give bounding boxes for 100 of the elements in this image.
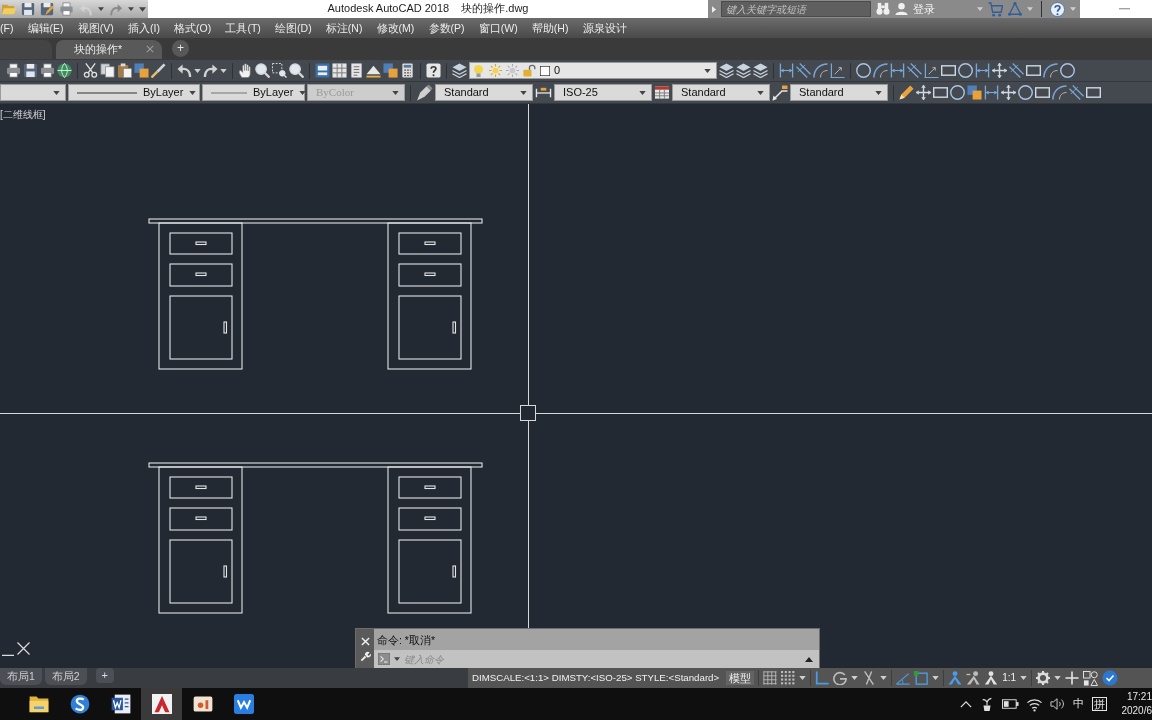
layout-tab[interactable]: 布局2 (44, 668, 87, 685)
user-icon[interactable] (895, 2, 908, 16)
leader-arrow-icon[interactable] (772, 84, 788, 101)
menu-item[interactable]: 源泉设计 (575, 21, 634, 35)
caret-icon[interactable] (1054, 676, 1062, 680)
dimension-icon[interactable] (907, 63, 922, 78)
dimension-icon[interactable] (1069, 85, 1084, 100)
zoom-icon[interactable] (255, 63, 270, 78)
wifi-icon[interactable] (1027, 696, 1043, 712)
panel-icon[interactable] (315, 63, 330, 78)
dimension-icon[interactable] (984, 85, 999, 100)
table-icon[interactable] (654, 85, 670, 100)
dot-grid-icon[interactable] (781, 671, 796, 685)
file-tab[interactable]: 块的操作* (56, 39, 162, 59)
move-icon[interactable] (916, 85, 931, 100)
caret-icon[interactable] (799, 676, 807, 680)
help-icon[interactable] (1050, 1, 1065, 17)
corner-icon[interactable] (815, 671, 830, 685)
squares-icon[interactable] (383, 63, 398, 78)
clipboard-icon[interactable] (117, 63, 132, 78)
circle-icon[interactable] (1018, 85, 1033, 100)
grid-icon[interactable] (763, 671, 778, 685)
copy-icon[interactable] (100, 63, 115, 78)
scissors-icon[interactable] (83, 63, 98, 78)
text-style-dropdown[interactable]: Standard (435, 84, 533, 101)
multileader-style-dropdown[interactable]: Standard (790, 84, 888, 101)
menu-item[interactable]: (F) (0, 21, 21, 35)
squares-icon[interactable] (134, 63, 149, 78)
layers-icon[interactable] (736, 63, 751, 78)
menu-item[interactable]: 插入(I) (120, 21, 167, 35)
caret-icon[interactable] (98, 7, 104, 11)
up-arrow-icon[interactable] (805, 656, 813, 662)
model-space-button[interactable]: 模型 (726, 670, 755, 686)
caret-icon[interactable] (851, 676, 859, 680)
table-style-dropdown[interactable]: Standard (672, 84, 770, 101)
binoculars-icon[interactable] (876, 2, 890, 16)
caret-icon[interactable] (189, 90, 197, 95)
color-dropdown[interactable] (0, 84, 66, 101)
dimension-icon[interactable] (796, 63, 811, 78)
menu-item[interactable]: 绘图(D) (267, 21, 319, 35)
viewport-label[interactable]: [二维线框] (0, 109, 46, 121)
caret-icon[interactable] (1020, 676, 1028, 680)
open-ring-icon[interactable] (833, 671, 848, 685)
lock-icon[interactable] (523, 64, 536, 77)
squares-icon[interactable] (967, 85, 982, 100)
annotation-scale[interactable]: 1:1 (1002, 672, 1017, 684)
caret-icon[interactable] (639, 90, 646, 95)
circle-icon[interactable] (856, 63, 871, 78)
menu-item[interactable]: 参数(P) (421, 21, 472, 35)
caret-icon[interactable] (875, 90, 882, 95)
dimension-icon[interactable] (975, 63, 990, 78)
ime-mode-indicator[interactable]: 中 (1073, 697, 1085, 711)
dimension-icon[interactable] (830, 63, 845, 78)
help-icon[interactable] (426, 63, 441, 78)
dimension-icon[interactable] (924, 63, 939, 78)
sign-in-link[interactable]: 登录 (913, 2, 935, 16)
triangle-icon[interactable] (366, 63, 381, 78)
menu-item[interactable]: 编辑(E) (20, 21, 71, 35)
chevron-up-icon[interactable] (960, 700, 973, 708)
search-field[interactable]: 键入关键字或短语 (721, 1, 871, 17)
dimension-icon[interactable] (1009, 63, 1024, 78)
figure-icon[interactable] (984, 671, 999, 685)
rectangle-icon[interactable] (933, 85, 948, 100)
new-tab-button[interactable]: + (172, 40, 189, 57)
redo-icon[interactable] (203, 63, 218, 78)
printer-icon[interactable] (6, 63, 21, 78)
figure-icon[interactable] (966, 671, 981, 685)
sheet-icon[interactable] (349, 63, 364, 78)
printer-icon[interactable] (40, 63, 55, 78)
check-circle-icon[interactable] (1102, 670, 1119, 686)
rectangle-icon[interactable] (1026, 63, 1041, 78)
move-icon[interactable] (992, 63, 1007, 78)
zoom-icon[interactable] (289, 63, 304, 78)
caret-right-icon[interactable] (712, 5, 716, 13)
volume-icon[interactable] (1050, 697, 1066, 711)
calculator-icon[interactable] (400, 63, 415, 78)
rectangle-icon[interactable] (1035, 85, 1050, 100)
dim-style-dropdown[interactable]: ISO-25 (554, 84, 652, 101)
layer-dropdown[interactable]: 0 (469, 62, 717, 79)
gear-icon[interactable] (1036, 671, 1051, 685)
clock-time[interactable]: 17:21 (1121, 690, 1152, 704)
menu-item[interactable]: 修改(M) (369, 21, 422, 35)
caret-icon[interactable] (394, 657, 400, 661)
caret-icon[interactable] (220, 68, 227, 73)
zoom-window-icon[interactable] (272, 63, 287, 78)
move-icon[interactable] (1001, 85, 1016, 100)
shapes-icon[interactable] (1083, 670, 1099, 686)
caret-icon[interactable] (880, 676, 888, 680)
caret-icon[interactable] (704, 68, 711, 73)
rectangle-icon[interactable] (1086, 85, 1101, 100)
prompt-icon[interactable] (378, 653, 390, 665)
circle-icon[interactable] (958, 63, 973, 78)
circle-icon[interactable] (1060, 63, 1075, 78)
dimension-icon[interactable] (890, 63, 905, 78)
linetype-dropdown[interactable]: ByLayer (68, 84, 200, 101)
caret-icon[interactable] (53, 90, 60, 95)
arc-icon[interactable] (813, 63, 828, 78)
caret-icon[interactable] (299, 90, 307, 95)
plus-icon[interactable] (1065, 671, 1080, 685)
arc-icon[interactable] (1043, 63, 1058, 78)
